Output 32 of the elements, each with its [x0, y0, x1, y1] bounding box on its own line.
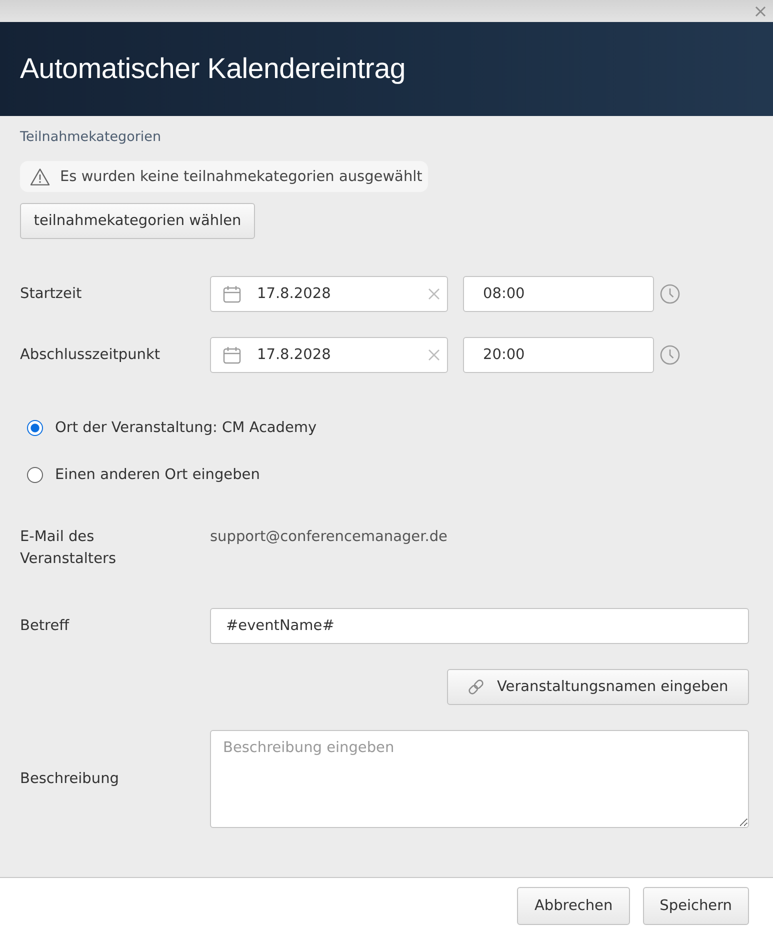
choose-categories-button[interactable]: teilnahmekategorien wählen: [20, 203, 255, 239]
time-field[interactable]: 08:00: [463, 276, 654, 312]
field-label: E-Mail des Veranstalters: [20, 528, 118, 569]
date-field[interactable]: 17.8.2028: [210, 337, 448, 373]
dialog-title: Automatischer Kalendereintrag: [20, 52, 406, 86]
radio-label[interactable]: Einen anderen Ort eingeben: [55, 467, 260, 483]
radio-label[interactable]: Ort der Veranstaltung: CM Academy: [55, 420, 317, 436]
time-field[interactable]: 20:00: [463, 337, 654, 373]
section-label: Teilnahmekategorien: [20, 128, 162, 147]
clock-icon[interactable]: [660, 345, 680, 365]
close-icon[interactable]: [755, 6, 766, 16]
date-field[interactable]: 17.8.2028: [210, 276, 448, 312]
radio-button[interactable]: [27, 467, 43, 483]
clear-icon[interactable]: [428, 349, 440, 361]
warning-icon: [30, 168, 50, 186]
field-label: Startzeit: [20, 285, 83, 304]
description-field[interactable]: Beschreibung eingeben: [210, 730, 749, 828]
field-label: Beschreibung: [20, 770, 120, 789]
calendar-icon: [223, 285, 241, 303]
insert-event-name-button[interactable]: Veranstaltungsnamen eingeben: [447, 669, 749, 705]
field-label: Abschlusszeitpunkt: [20, 346, 162, 365]
warning-text: Es wurden keine teilnahmekategorien ausgewählt: [60, 168, 422, 184]
link-icon: [467, 678, 485, 696]
save-button[interactable]: Speichern: [642, 886, 749, 924]
clock-icon[interactable]: [660, 284, 680, 304]
field-label: Betreff: [20, 617, 70, 636]
subject-field[interactable]: #eventName#: [210, 608, 749, 644]
radio-button[interactable]: [27, 420, 43, 436]
cancel-button[interactable]: Abbrechen: [517, 886, 630, 924]
email-text: support@conferencemanager.de: [210, 528, 448, 547]
clear-icon[interactable]: [428, 288, 440, 300]
calendar-icon: [223, 346, 241, 364]
